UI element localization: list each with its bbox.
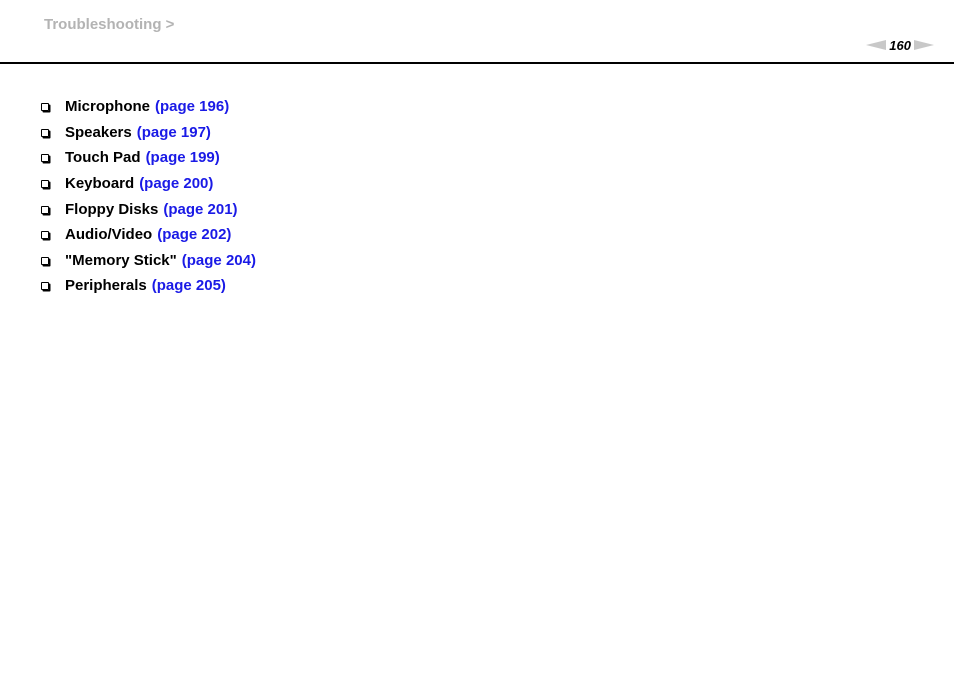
topic-label: Speakers (65, 123, 132, 141)
previous-page-icon[interactable] (866, 40, 887, 50)
checkbox-bullet-icon (41, 256, 49, 265)
page-link[interactable]: (page 205) (152, 277, 226, 294)
list-item: "Memory Stick" (page 204) (41, 248, 256, 274)
topic-label: Keyboard (65, 175, 135, 193)
checkbox-bullet-icon (41, 282, 49, 291)
checkbox-bullet-icon (41, 128, 49, 137)
checkbox-bullet-icon (41, 154, 49, 163)
page-link[interactable]: (page 197) (137, 124, 211, 141)
list-item: Keyboard (page 200) (41, 171, 256, 197)
checkbox-bullet-icon (41, 205, 49, 214)
topic-list: Microphone (page 196) Speakers (page 197… (41, 94, 256, 299)
page-number: 160 (889, 37, 911, 53)
checkbox-bullet-icon (41, 180, 49, 189)
list-item: Speakers (page 197) (41, 120, 256, 146)
page-link[interactable]: (page 199) (146, 149, 220, 166)
page-link[interactable]: (page 200) (139, 175, 213, 192)
topic-label: Touch Pad (65, 149, 141, 167)
page-link[interactable]: (page 202) (157, 226, 231, 243)
breadcrumb[interactable]: Troubleshooting > (44, 16, 174, 33)
topic-label: Floppy Disks (65, 200, 159, 218)
checkbox-bullet-icon (41, 103, 49, 112)
list-item: Audio/Video (page 202) (41, 222, 256, 248)
page-navigation: 160 (866, 37, 934, 53)
list-item: Microphone (page 196) (41, 94, 256, 120)
topic-label: "Memory Stick" (65, 251, 177, 269)
topic-label: Audio/Video (65, 226, 153, 244)
page-link[interactable]: (page 196) (155, 98, 229, 115)
topic-label: Peripherals (65, 277, 147, 295)
checkbox-bullet-icon (41, 231, 49, 240)
next-page-icon[interactable] (914, 40, 934, 50)
page-link[interactable]: (page 204) (182, 252, 256, 269)
list-item: Peripherals (page 205) (41, 273, 256, 299)
header-divider (0, 62, 954, 64)
topic-label: Microphone (65, 98, 150, 116)
list-item: Floppy Disks (page 201) (41, 196, 256, 222)
page-link[interactable]: (page 201) (163, 201, 237, 218)
list-item: Touch Pad (page 199) (41, 145, 256, 171)
